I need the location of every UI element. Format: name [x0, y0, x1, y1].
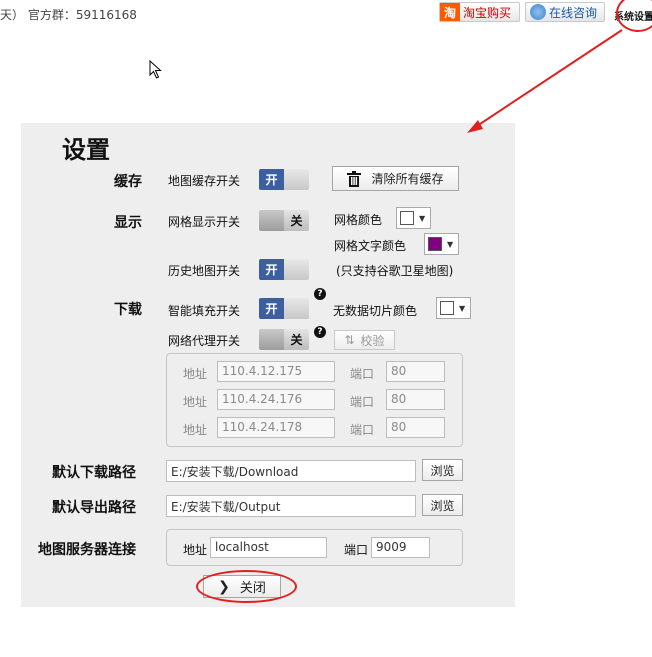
- annotation-arrow: [467, 29, 623, 133]
